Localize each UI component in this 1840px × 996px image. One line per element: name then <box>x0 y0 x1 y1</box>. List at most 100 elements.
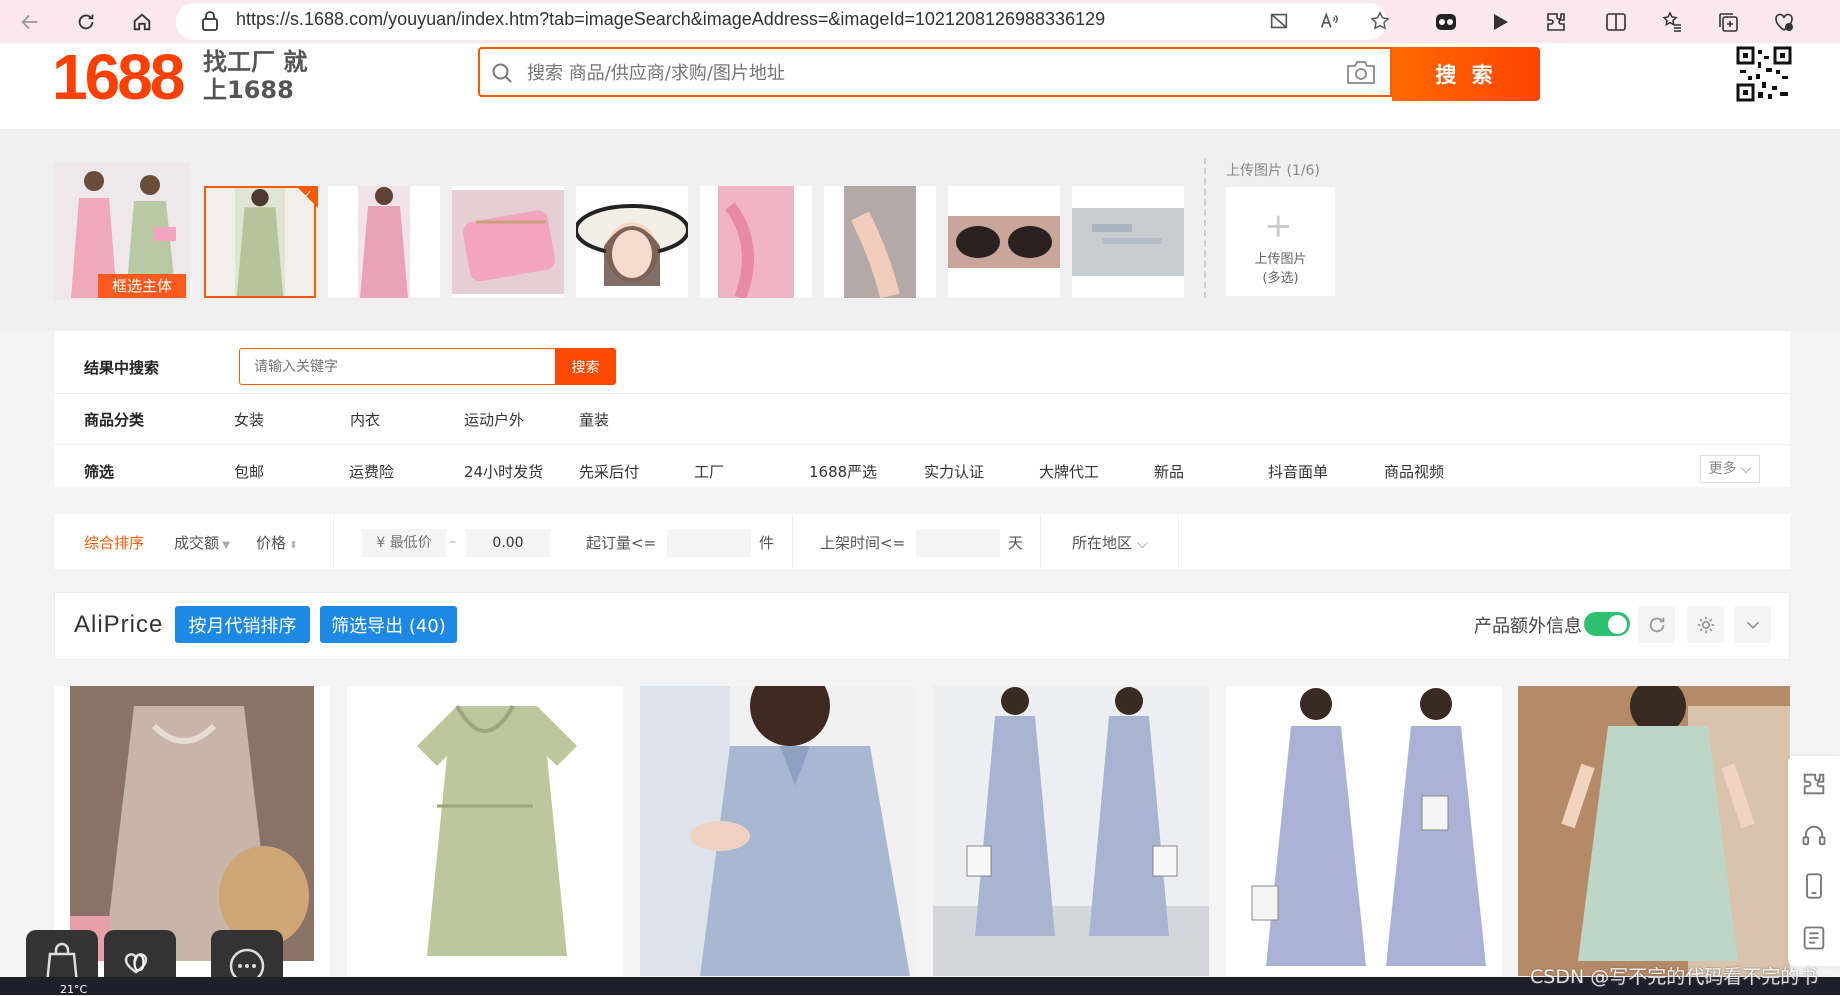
category-womens[interactable]: 女装 <box>234 409 264 430</box>
filter-1688-select[interactable]: 1688严选 <box>809 461 877 482</box>
refresh-icon[interactable] <box>1638 606 1675 643</box>
browser-essentials-icon[interactable] <box>1770 8 1798 36</box>
sort-monthly-button[interactable]: 按月代销排序 <box>175 606 310 643</box>
chevron-down-icon[interactable] <box>1734 606 1771 643</box>
split-screen-icon[interactable] <box>1602 8 1630 36</box>
plus-icon[interactable]: + <box>1264 206 1293 246</box>
category-kids[interactable]: 童装 <box>579 409 609 430</box>
sort-comprehensive[interactable]: 综合排序 <box>84 532 144 553</box>
divider <box>54 393 1790 394</box>
back-icon[interactable] <box>14 6 46 38</box>
more-filters-button[interactable]: 更多 ⌵ <box>1700 455 1760 483</box>
divider <box>333 514 334 569</box>
crop-thumbnail-blurred[interactable] <box>1072 186 1184 298</box>
moq-label: 起订量<= <box>586 534 657 552</box>
category-label: 商品分类 <box>84 411 145 429</box>
divider <box>1178 514 1179 569</box>
filter-factory[interactable]: 工厂 <box>694 461 724 482</box>
product-card-3[interactable] <box>640 686 916 976</box>
extension-face-icon[interactable] <box>1432 8 1460 36</box>
settings-gear-icon[interactable] <box>1687 606 1724 643</box>
listed-time-unit: 天 <box>1008 534 1024 552</box>
filter-24h-shipping[interactable]: 24小时发货 <box>464 461 543 482</box>
puzzle-icon[interactable] <box>1800 770 1828 798</box>
sort-updown-icon: ⬍ <box>286 540 298 551</box>
keyword-input[interactable] <box>239 348 556 385</box>
filter-label: 筛选 <box>84 463 115 481</box>
sort-volume-label: 成交额 <box>174 534 220 552</box>
lock-icon[interactable] <box>200 10 220 32</box>
tracking-prevention-icon[interactable] <box>1266 8 1292 34</box>
chevron-down-icon: ⌵ <box>1740 461 1752 477</box>
play-extension-icon[interactable] <box>1486 8 1514 36</box>
filter-shipping-insurance[interactable]: 运费险 <box>349 461 394 482</box>
weather-temperature[interactable]: 21°C <box>60 983 87 996</box>
sort-volume[interactable]: 成交额 ▼ <box>174 532 230 553</box>
filter-brand-oem[interactable]: 大牌代工 <box>1039 461 1099 482</box>
filter-video[interactable]: 商品视频 <box>1384 461 1444 482</box>
product-card-5[interactable] <box>1226 686 1502 976</box>
check-icon: ✓ <box>303 188 313 201</box>
sort-price-label: 价格 <box>256 534 287 552</box>
refresh-icon[interactable] <box>70 6 102 38</box>
upload-count-label: 上传图片 (1/6) <box>1226 163 1320 179</box>
filter-buy-now-pay-later[interactable]: 先采后付 <box>579 461 639 482</box>
home-icon[interactable] <box>126 6 158 38</box>
favorites-count: 0 <box>132 952 146 977</box>
upload-image-text[interactable]: 上传图片 (多选) <box>1226 250 1335 288</box>
favorite-star-icon[interactable] <box>1367 8 1393 34</box>
divider <box>792 514 793 569</box>
feedback-icon[interactable] <box>1800 924 1828 952</box>
toggle-knob <box>1608 615 1627 634</box>
mobile-icon[interactable] <box>1800 872 1828 900</box>
export-button[interactable]: 筛选导出 (40) <box>320 606 457 643</box>
select-subject-button[interactable]: 框选主体 <box>98 274 186 298</box>
logo-slogan: 找工厂 就上1688 <box>203 48 308 104</box>
max-price-input[interactable] <box>466 529 550 557</box>
sort-price[interactable]: 价格 ⬍ <box>256 532 298 553</box>
product-card-4[interactable] <box>933 686 1209 976</box>
filter-douyin[interactable]: 抖音面单 <box>1268 461 1328 482</box>
product-card-6[interactable] <box>1518 686 1790 976</box>
filter-new[interactable]: 新品 <box>1154 461 1184 482</box>
region-dropdown[interactable]: 所在地区 ⌵ <box>1072 532 1148 553</box>
listed-time-input[interactable] <box>916 529 1000 557</box>
min-price-input[interactable] <box>362 529 446 557</box>
divider <box>1040 514 1041 569</box>
favorites-list-icon[interactable] <box>1658 8 1686 36</box>
filter-free-shipping[interactable]: 包邮 <box>234 461 264 482</box>
upload-divider <box>1204 158 1206 298</box>
product-card-2[interactable] <box>347 686 623 976</box>
region-label: 所在地区 <box>1072 534 1133 552</box>
url-text[interactable]: https://s.1688.com/youyuan/index.htm?tab… <box>236 9 1105 30</box>
crop-thumbnail-sunglasses[interactable] <box>948 186 1060 298</box>
crop-thumbnail-face-hat[interactable] <box>576 186 688 298</box>
read-aloud-icon[interactable] <box>1316 8 1342 34</box>
extensions-puzzle-icon[interactable] <box>1542 8 1570 36</box>
search-button[interactable]: 搜 索 <box>1392 47 1540 101</box>
aliprice-brand: AliPrice <box>74 611 164 638</box>
upload-text-line2: (多选) <box>1262 271 1299 286</box>
main-search-input[interactable] <box>525 50 1329 96</box>
qr-code[interactable] <box>1736 46 1792 102</box>
crop-thumbnail-arm[interactable] <box>824 186 936 298</box>
crop-thumbnail-bag[interactable] <box>452 186 564 298</box>
crop-thumbnail-sleeve[interactable] <box>700 186 812 298</box>
filter-verified[interactable]: 实力认证 <box>924 461 984 482</box>
crop-thumbnail-dress-pink[interactable] <box>328 186 440 298</box>
moq-unit: 件 <box>759 534 775 552</box>
moq-input[interactable] <box>667 529 751 557</box>
site-logo[interactable]: 1688 <box>52 40 185 114</box>
camera-icon[interactable] <box>1345 58 1377 86</box>
collections-icon[interactable] <box>1714 8 1742 36</box>
keyword-search-button[interactable]: 搜索 <box>555 348 616 385</box>
more-label: 更多 <box>1708 461 1737 477</box>
divider <box>54 444 1790 445</box>
category-sports[interactable]: 运动户外 <box>464 409 524 430</box>
upload-text-line1: 上传图片 <box>1254 252 1307 267</box>
search-in-results-label: 结果中搜索 <box>84 359 160 377</box>
customer-service-icon[interactable] <box>1800 822 1828 850</box>
category-underwear[interactable]: 内衣 <box>350 409 380 430</box>
search-icon <box>491 62 513 84</box>
csdn-watermark: CSDN @写不完的代码看不完的书 <box>1530 966 1819 988</box>
